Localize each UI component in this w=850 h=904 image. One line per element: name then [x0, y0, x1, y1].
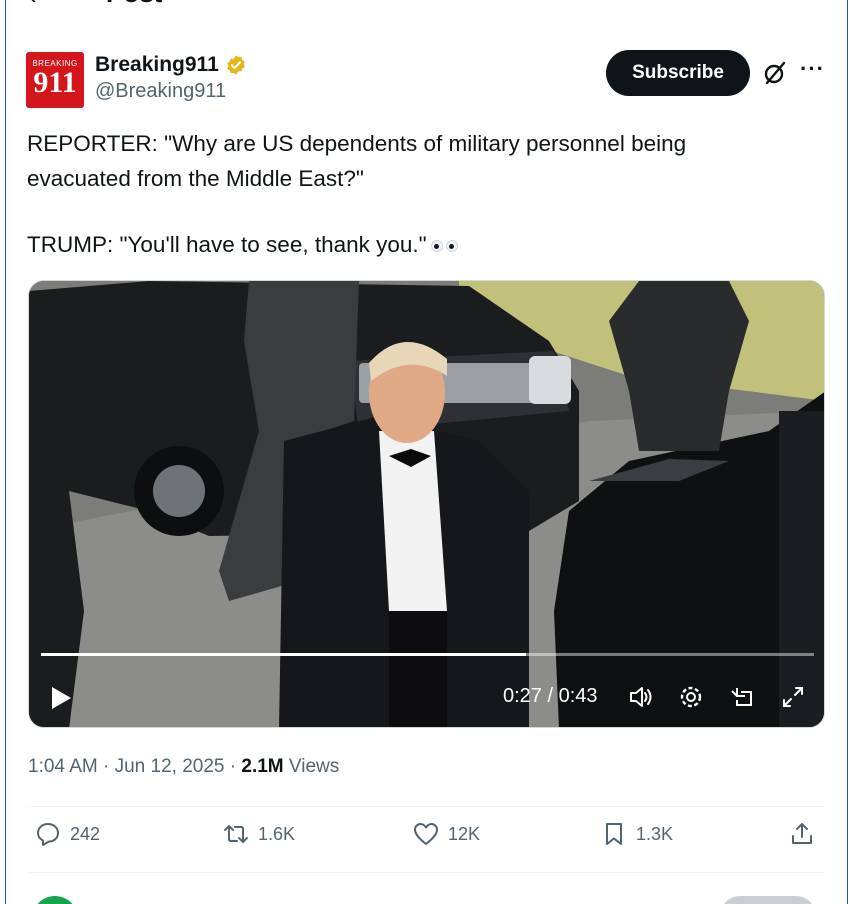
picture-in-picture-icon[interactable]: [729, 683, 757, 711]
like-count: 12K: [448, 823, 481, 844]
video-frame-scene: [29, 281, 824, 727]
bookmark-button[interactable]: 1.3K: [600, 820, 673, 848]
post-author-header: BREAKING 911 Breaking911 @Breaking911 Su…: [26, 50, 826, 110]
video-player[interactable]: 0:27 / 0:43: [28, 280, 825, 728]
divider: [28, 872, 825, 873]
share-icon: [792, 823, 812, 844]
share-button[interactable]: [788, 820, 816, 848]
engagement-bar: 242 1.6K 12K 1.3K: [28, 820, 825, 860]
post-date[interactable]: Jun 12, 2025: [115, 756, 225, 777]
tweet-text: REPORTER: "Why are US dependents of mili…: [27, 126, 817, 262]
avatar-text-main: 911: [33, 66, 77, 99]
author-names: Breaking911 @Breaking911: [95, 52, 247, 103]
repost-count: 1.6K: [258, 823, 296, 844]
fullscreen-icon[interactable]: [779, 683, 807, 711]
grok-icon[interactable]: [762, 60, 788, 86]
views-count: 2.1M: [241, 756, 284, 777]
views-label: Views: [288, 756, 340, 777]
volume-icon[interactable]: [627, 683, 655, 711]
verified-badge-icon: [227, 55, 245, 75]
video-progress-fill: [41, 653, 527, 656]
tweet-line-1: REPORTER: "Why are US dependents of mili…: [27, 131, 687, 156]
settings-gear-icon[interactable]: [677, 683, 705, 711]
post-time[interactable]: 1:04 AM: [28, 756, 98, 777]
repost-button[interactable]: 1.6K: [222, 820, 295, 848]
divider: [28, 806, 825, 807]
handle[interactable]: @Breaking911: [95, 80, 247, 103]
video-time-readout: 0:27 / 0:43: [503, 685, 598, 707]
heart-icon: [414, 823, 438, 845]
tweet-line-2: evacuated from the Middle East?": [27, 166, 364, 191]
eyes-emoji-icon: [430, 240, 458, 253]
repost-icon: [224, 825, 248, 843]
reply-submit-button[interactable]: [720, 896, 816, 904]
bookmark-count: 1.3K: [636, 823, 674, 844]
display-name[interactable]: Breaking911: [95, 53, 219, 77]
play-icon[interactable]: [49, 685, 73, 711]
bookmark-icon: [606, 823, 622, 845]
more-options-icon[interactable]: ···: [800, 56, 825, 82]
reply-button[interactable]: 242: [34, 820, 100, 848]
tweet-blank-line: [27, 196, 817, 227]
back-arrow-icon[interactable]: ‹: [28, 0, 37, 11]
page-title: Post: [106, 0, 162, 9]
reply-icon: [37, 823, 59, 846]
separator: ·: [103, 756, 110, 777]
reply-count: 242: [70, 823, 101, 844]
post-timestamp-row: 1:04 AM · Jun 12, 2025 · 2.1M Views: [28, 756, 339, 778]
like-button[interactable]: 12K: [412, 820, 480, 848]
video-progress-track[interactable]: [41, 653, 814, 656]
separator: ·: [229, 756, 237, 777]
avatar[interactable]: BREAKING 911: [26, 52, 84, 108]
tweet-line-3-wrap: TRUMP: "You'll have to see, thank you.": [27, 227, 817, 262]
subscribe-button[interactable]: Subscribe: [606, 50, 750, 96]
tweet-line-3: TRUMP: "You'll have to see, thank you.": [27, 232, 427, 257]
